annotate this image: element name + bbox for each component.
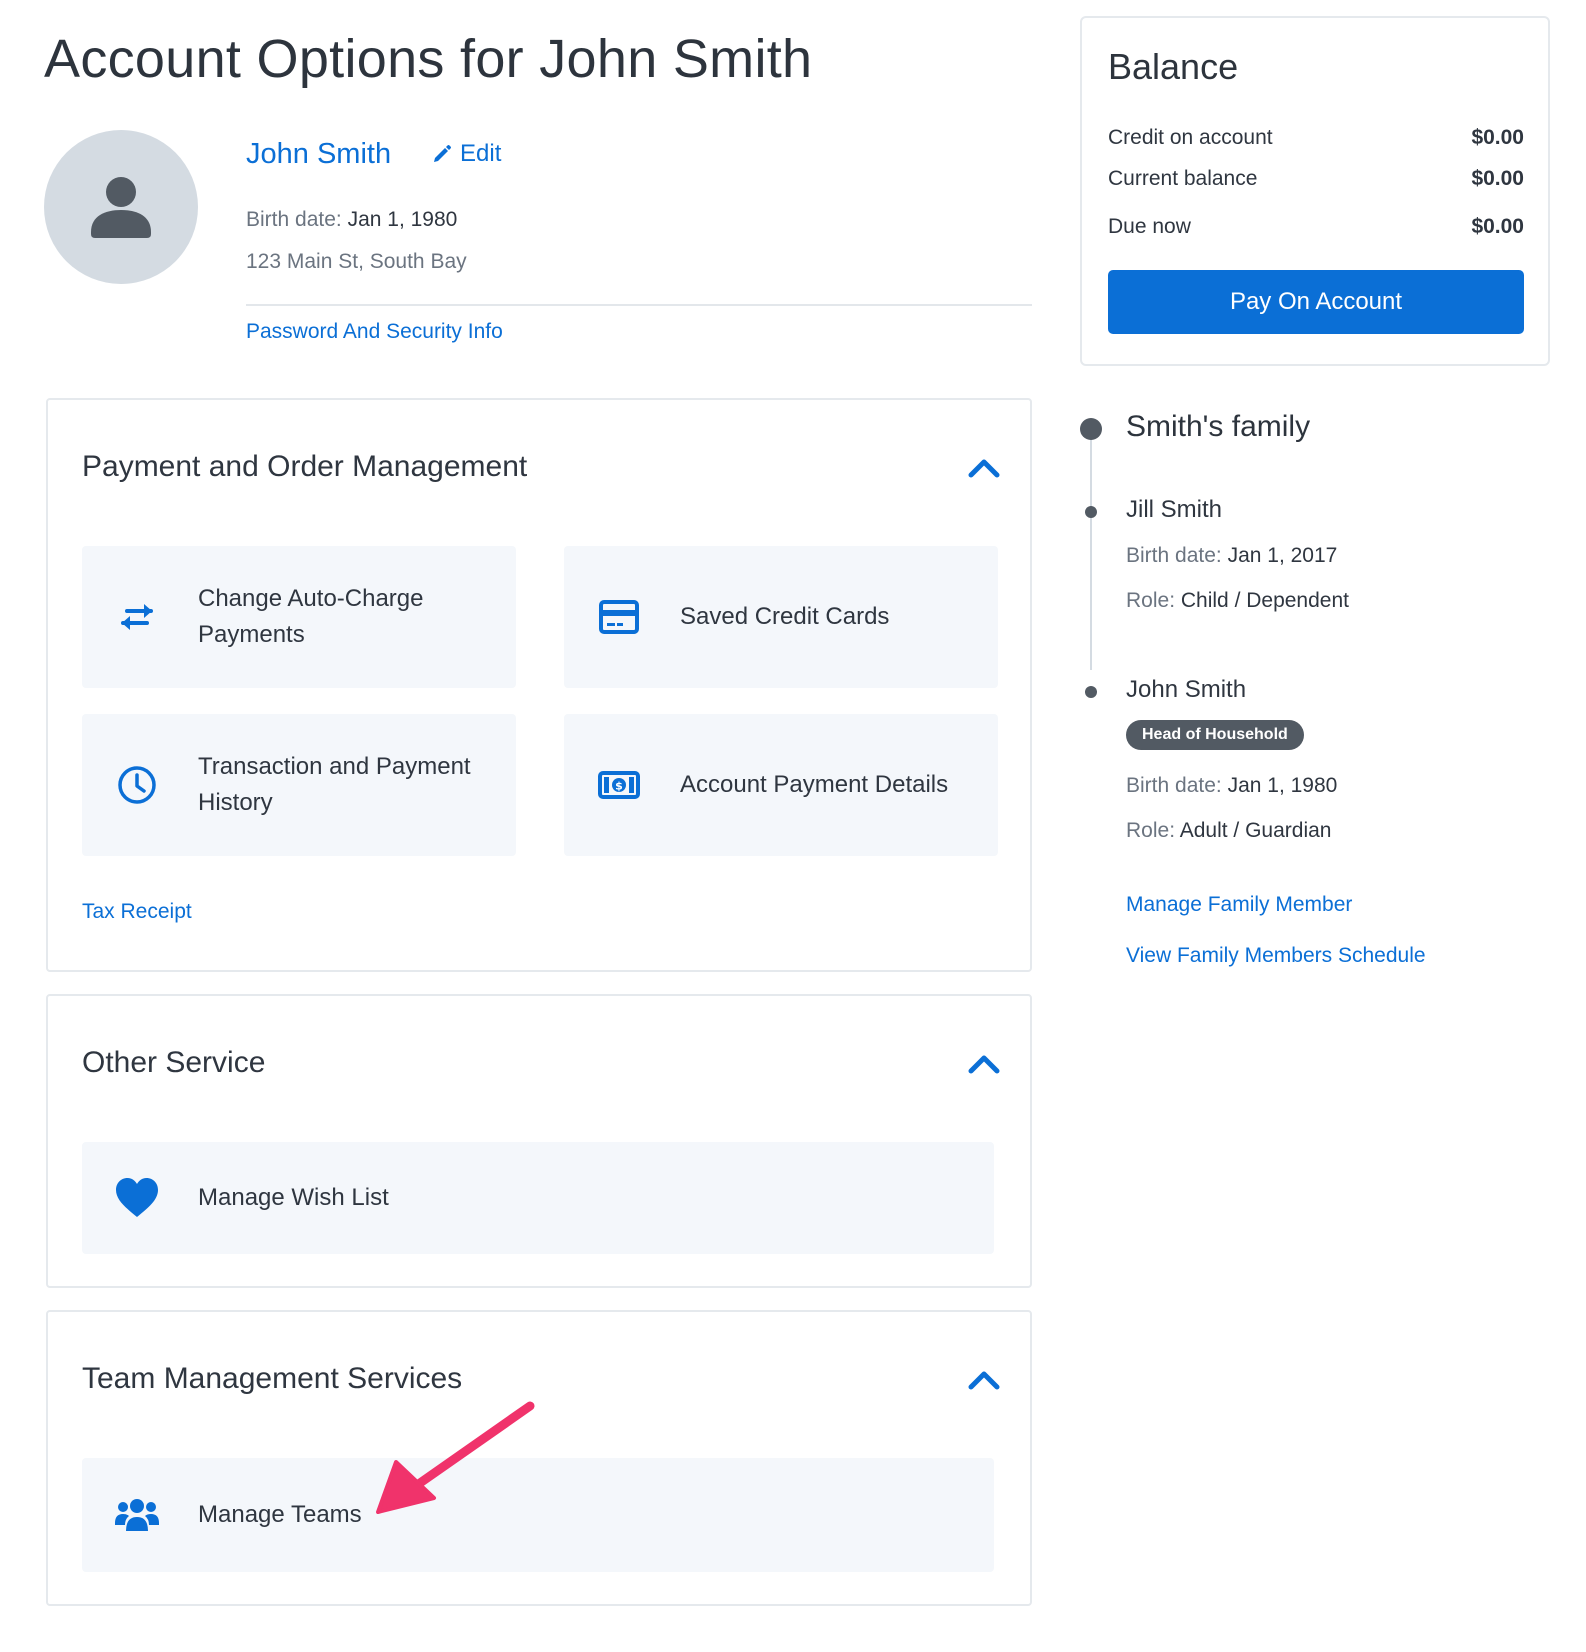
edit-label: Edit xyxy=(460,140,502,167)
profile-address: 123 Main St, South Bay xyxy=(246,250,467,273)
family-title: Smith's family xyxy=(1126,410,1311,443)
view-family-schedule-link[interactable]: View Family Members Schedule xyxy=(1126,944,1426,968)
balance-amount: $0.00 xyxy=(1471,167,1524,190)
edit-button[interactable]: Edit xyxy=(432,140,501,168)
tile-label: Change Auto-Charge Payments xyxy=(198,585,424,648)
annotation-arrow-icon xyxy=(376,1401,535,1514)
timeline-dot xyxy=(1085,686,1097,698)
transaction-history-tile[interactable]: Transaction and Payment History xyxy=(82,714,516,856)
saved-credit-cards-tile[interactable]: Saved Credit Cards xyxy=(564,546,998,688)
member-role: Role: Child / Dependent xyxy=(1126,589,1349,612)
pencil-icon xyxy=(434,145,451,162)
member-name: John Smith xyxy=(1126,676,1247,703)
birth-date-label: Birth date: xyxy=(246,208,342,231)
tile-label: Manage Teams xyxy=(198,1501,362,1528)
svg-text:$: $ xyxy=(615,780,623,793)
manage-family-member-link[interactable]: Manage Family Member xyxy=(1126,893,1352,917)
timeline-dot xyxy=(1080,418,1102,440)
section-title: Payment and Order Management xyxy=(82,450,528,483)
credit-card-icon xyxy=(596,594,642,640)
change-auto-charge-tile[interactable]: Change Auto-Charge Payments xyxy=(82,546,516,688)
avatar xyxy=(44,130,198,284)
balance-row-current: Current balance $0.00 xyxy=(1108,167,1524,191)
chevron-up-icon[interactable] xyxy=(968,456,1000,480)
balance-row-credit: Credit on account $0.00 xyxy=(1108,126,1524,150)
balance-title: Balance xyxy=(1108,46,1239,87)
member-role: Role: Adult / Guardian xyxy=(1126,819,1332,842)
tile-label: Saved Credit Cards xyxy=(680,603,890,630)
member-birth-date: Birth date: Jan 1, 2017 xyxy=(1126,544,1338,567)
heart-icon xyxy=(114,1175,160,1221)
chevron-up-icon[interactable] xyxy=(968,1052,1000,1076)
profile-birth-date: Birth date: Jan 1, 1980 xyxy=(246,208,457,232)
balance-label: Credit on account xyxy=(1108,126,1273,149)
swap-arrows-icon xyxy=(114,594,160,640)
cash-icon: $ xyxy=(596,762,642,808)
timeline-line xyxy=(1090,430,1092,670)
page-title: Account Options for John Smith xyxy=(44,29,813,89)
divider xyxy=(246,304,1032,306)
tile-label: Manage Wish List xyxy=(198,1184,389,1211)
account-payment-details-tile[interactable]: $ Account Payment Details xyxy=(564,714,998,856)
clock-icon xyxy=(114,762,160,808)
tile-label: Account Payment Details xyxy=(680,771,949,798)
password-security-link[interactable]: Password And Security Info xyxy=(246,320,503,344)
birth-date-value: Jan 1, 1980 xyxy=(347,208,458,231)
balance-amount: $0.00 xyxy=(1471,215,1524,238)
other-service-section: Other Service Manage Wish List xyxy=(46,994,1032,1288)
head-of-household-badge: Head of Household xyxy=(1126,720,1304,750)
section-title: Other Service xyxy=(82,1046,266,1079)
timeline-dot xyxy=(1085,506,1097,518)
pay-on-account-button[interactable]: Pay On Account xyxy=(1108,270,1524,334)
users-icon xyxy=(114,1492,160,1538)
manage-wish-list-tile[interactable]: Manage Wish List xyxy=(82,1142,994,1254)
payment-order-section: Payment and Order Management Change Auto… xyxy=(46,398,1032,972)
balance-card: Balance Credit on account $0.00 Current … xyxy=(1080,16,1550,366)
balance-label: Due now xyxy=(1108,215,1191,238)
tax-receipt-link[interactable]: Tax Receipt xyxy=(82,900,192,924)
tile-label: Transaction and Payment History xyxy=(198,753,471,816)
user-icon xyxy=(91,177,151,238)
member-birth-date: Birth date: Jan 1, 1980 xyxy=(1126,774,1338,797)
member-name: Jill Smith xyxy=(1126,496,1223,523)
chevron-up-icon[interactable] xyxy=(968,1368,1000,1392)
balance-amount: $0.00 xyxy=(1471,126,1524,149)
section-title: Team Management Services xyxy=(82,1362,463,1395)
profile-name-link[interactable]: John Smith xyxy=(246,138,391,171)
balance-label: Current balance xyxy=(1108,167,1258,190)
balance-row-due: Due now $0.00 xyxy=(1108,215,1524,239)
